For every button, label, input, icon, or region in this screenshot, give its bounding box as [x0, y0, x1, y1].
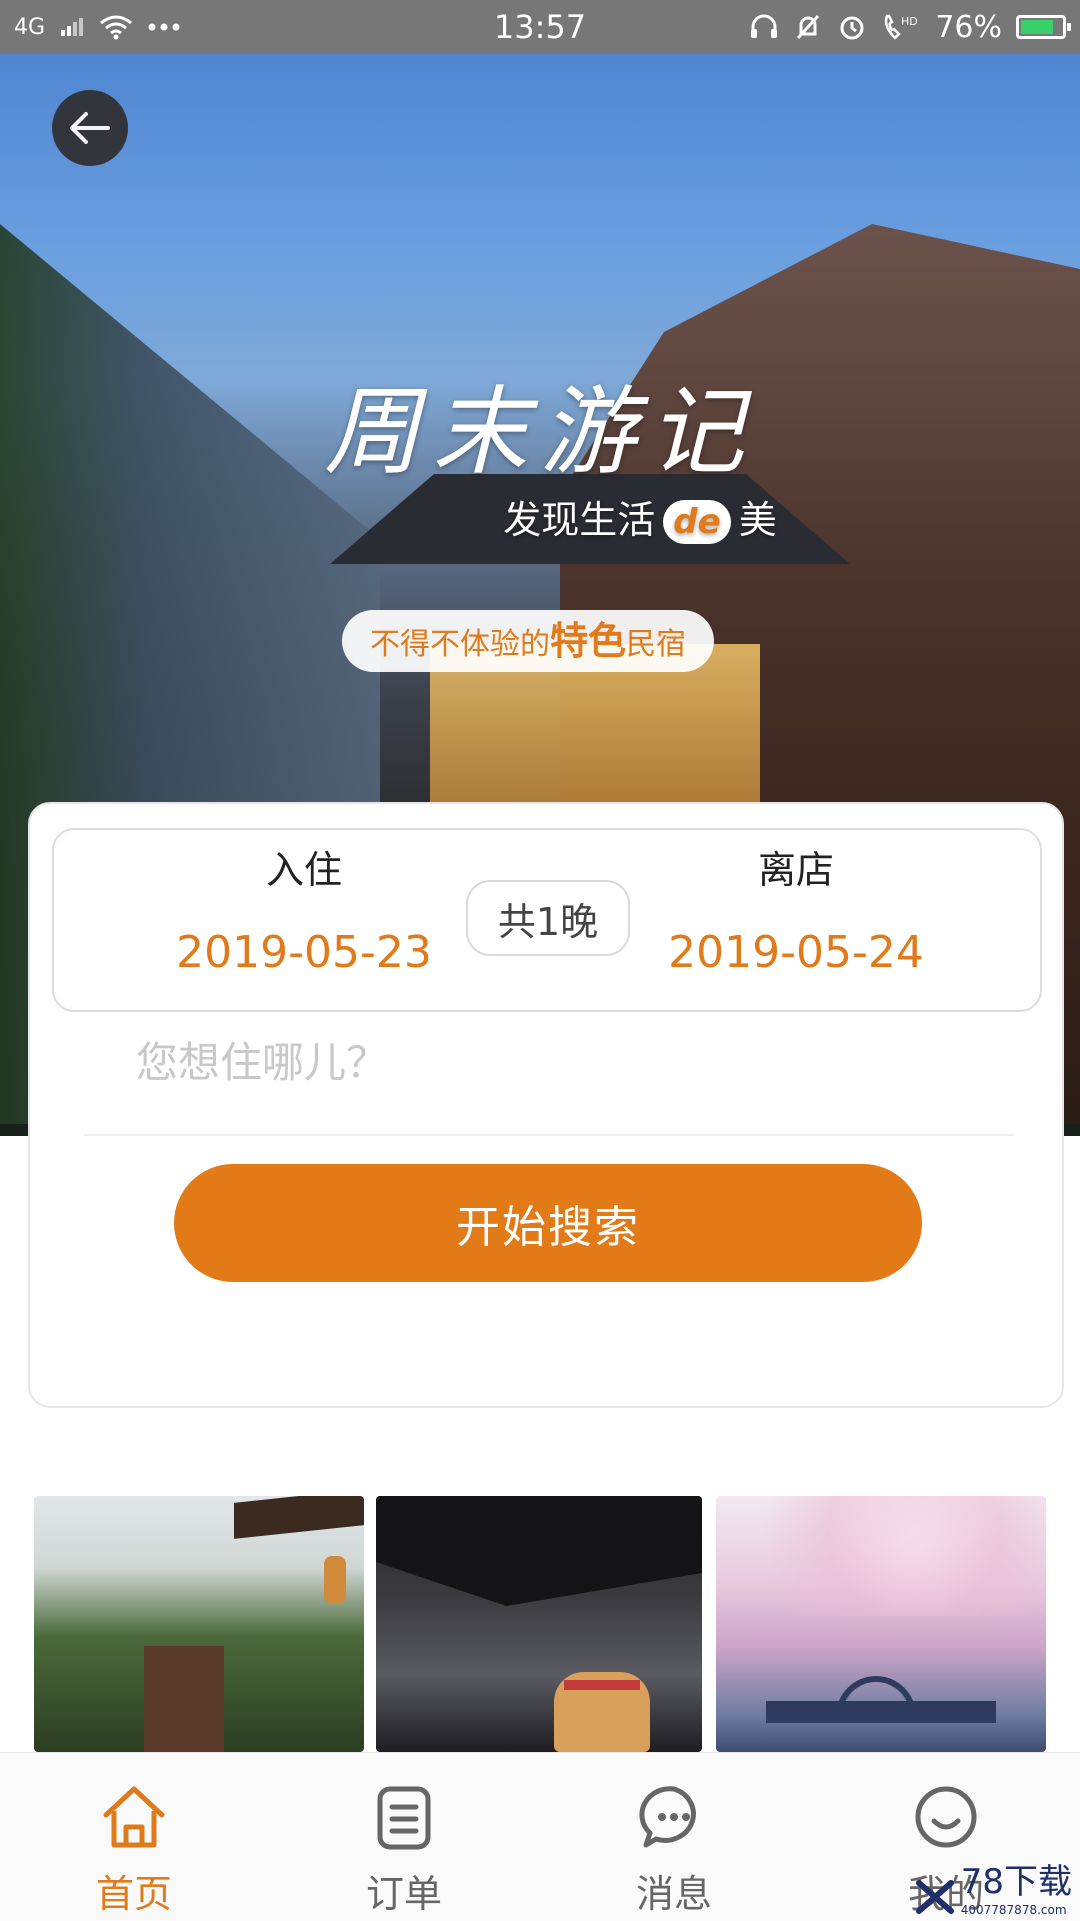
- thumbnail-bridge[interactable]: [716, 1496, 1046, 1752]
- hero-pill-highlight: 特色: [550, 619, 627, 663]
- home-icon: [103, 1786, 165, 1848]
- hero-subtitle: 发现生活 de 美: [0, 489, 1080, 544]
- status-bar: 4G 13:57 HD 76%: [0, 0, 1080, 54]
- status-right: HD 76%: [749, 0, 1071, 54]
- hero-tagline-pill: 不得不体验的特色民宿: [342, 610, 715, 672]
- checkout-label: 离店: [757, 848, 834, 892]
- checkin-column[interactable]: 入住 2019-05-23: [154, 840, 454, 988]
- featured-thumbnails: [34, 1496, 1046, 1752]
- checkin-label: 入住: [265, 848, 342, 892]
- order-icon: [377, 1786, 431, 1850]
- message-icon: [639, 1786, 696, 1848]
- mute-bell-icon: [797, 14, 820, 40]
- checkout-date[interactable]: 2019-05-24: [646, 918, 946, 988]
- divider: [84, 1134, 1014, 1136]
- nav-messages[interactable]: 消息: [574, 1753, 774, 1921]
- nav-home[interactable]: 首页: [34, 1753, 234, 1921]
- search-button[interactable]: 开始搜索: [174, 1164, 922, 1282]
- checkin-date[interactable]: 2019-05-23: [154, 918, 454, 988]
- hero-pill-suffix: 民宿: [626, 627, 687, 662]
- nights-count: 共1晚: [466, 880, 630, 956]
- thumbnail-garden[interactable]: [34, 1496, 364, 1752]
- hero-title: 周末游记: [324, 376, 756, 488]
- hero-subtitle-right: 美: [738, 498, 777, 542]
- watermark-brand: 78下载: [960, 1862, 1072, 1902]
- hd-call-icon: HD: [885, 14, 918, 40]
- hero-subtitle-left: 发现生活: [503, 498, 656, 542]
- nav-messages-label: 消息: [635, 1872, 712, 1916]
- hero-pill-prefix: 不得不体验的: [370, 627, 550, 662]
- bottom-nav: 首页 订单 消息 我的 78下载 4007787878.com: [0, 1752, 1080, 1921]
- checkout-column[interactable]: 离店 2019-05-24: [646, 840, 946, 988]
- date-selector[interactable]: 入住 2019-05-23 共1晚 离店 2019-05-24: [52, 828, 1042, 1012]
- battery-percent: 76%: [935, 9, 1002, 45]
- search-card: 入住 2019-05-23 共1晚 离店 2019-05-24 开始搜索: [28, 802, 1064, 1408]
- back-button[interactable]: [52, 90, 128, 166]
- watermark-url: 4007787878.com: [960, 1903, 1067, 1917]
- headset-icon: [751, 14, 778, 38]
- nav-orders-label: 订单: [365, 1872, 442, 1916]
- watermark-text: 78下载 4007787878.com: [961, 1854, 1072, 1917]
- destination-input[interactable]: [134, 1026, 1018, 1098]
- watermark: 78下载 4007787878.com: [915, 1862, 1072, 1917]
- svg-text:HD: HD: [901, 15, 918, 28]
- nav-home-label: 首页: [95, 1872, 172, 1916]
- profile-icon: [915, 1786, 977, 1848]
- thumbnail-lantern[interactable]: [376, 1496, 702, 1752]
- back-arrow-icon: [70, 112, 110, 144]
- alarm-icon: [840, 16, 864, 40]
- watermark-logo-icon: [915, 1880, 954, 1914]
- nav-orders[interactable]: 订单: [304, 1753, 504, 1921]
- battery-icon: [1016, 15, 1071, 39]
- hero-de-badge: de: [663, 500, 731, 544]
